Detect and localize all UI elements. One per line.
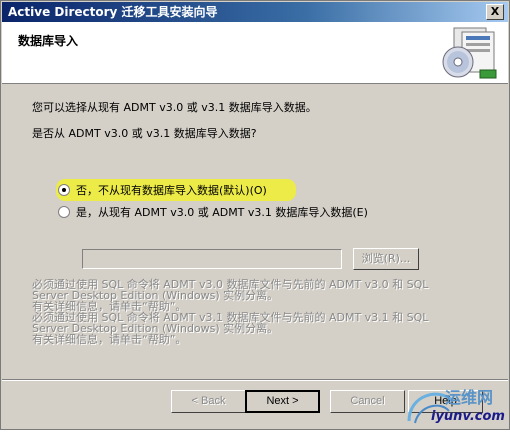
wizard-header: 数据库导入	[2, 22, 508, 84]
database-path-input	[82, 249, 342, 269]
footer-divider	[2, 379, 508, 381]
radio-button-yes[interactable]	[58, 206, 70, 218]
help-button[interactable]: Help	[408, 390, 483, 413]
question-text: 是否从 ADMT v3.0 或 v3.1 数据库导入数据?	[32, 127, 257, 140]
install-wizard-icon	[442, 27, 497, 79]
radio-label-no: 否，不从现有数据库导入数据(默认)(O)	[76, 184, 267, 197]
cancel-button: Cancel	[330, 390, 405, 413]
radio-button-no[interactable]	[58, 184, 70, 196]
wizard-body: 您可以选择从现有 ADMT v3.0 或 v3.1 数据库导入数据。 是否从 A…	[2, 85, 508, 377]
browse-button: 浏览(R)...	[353, 248, 419, 270]
close-button[interactable]: X	[486, 4, 504, 20]
back-button: < Back	[171, 390, 246, 413]
note-line: 有关详细信息，请单击“帮助”。	[32, 333, 187, 346]
window-title: Active Directory 迁移工具安装向导	[8, 5, 218, 19]
intro-text: 您可以选择从现有 ADMT v3.0 或 v3.1 数据库导入数据。	[32, 101, 317, 114]
next-button[interactable]: Next >	[245, 390, 320, 413]
title-bar: Active Directory 迁移工具安装向导 X	[2, 2, 508, 22]
radio-option-no[interactable]: 否，不从现有数据库导入数据(默认)(O)	[58, 181, 267, 199]
radio-option-yes[interactable]: 是，从现有 ADMT v3.0 或 ADMT v3.1 数据库导入数据(E)	[58, 203, 368, 221]
wizard-window: Active Directory 迁移工具安装向导 X 数据库导入 您可以选择从…	[0, 0, 510, 430]
detach-note: 必须通过使用 SQL 命令将 ADMT v3.0 数据库文件与先前的 ADMT …	[32, 279, 472, 345]
page-title: 数据库导入	[18, 34, 79, 48]
radio-label-yes: 是，从现有 ADMT v3.0 或 ADMT v3.1 数据库导入数据(E)	[76, 206, 368, 219]
